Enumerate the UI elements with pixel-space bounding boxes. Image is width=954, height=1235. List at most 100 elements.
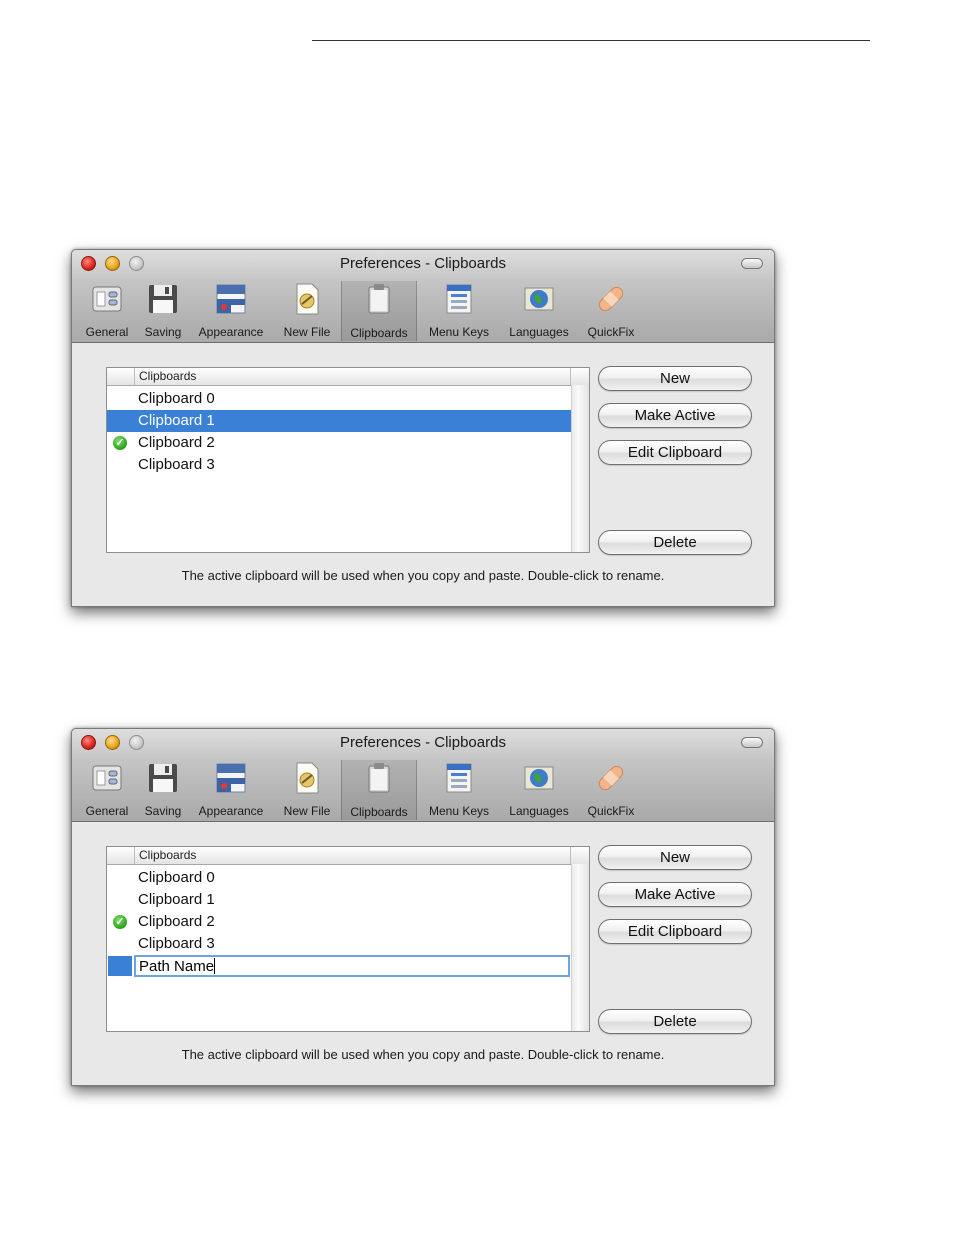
clipboard-name: Clipboard 0: [138, 390, 215, 407]
clipboard-name: Clipboard 1: [138, 891, 215, 908]
list-item[interactable]: Clipboard 0: [107, 867, 571, 889]
list-item[interactable]: ✓ Clipboard 2: [107, 432, 571, 454]
clipboard-name: Clipboard 2: [138, 913, 215, 930]
tab-label: General: [85, 804, 129, 818]
clipboards-list[interactable]: Clipboards Clipboard 0 Clipboard 1 ✓ Cli…: [106, 846, 590, 1032]
appearance-icon: [216, 763, 246, 793]
general-icon: [92, 286, 122, 312]
page-rule: [312, 40, 870, 41]
header-corner: [570, 368, 589, 385]
saving-floppy-icon: [149, 285, 177, 313]
status-column-header[interactable]: [107, 368, 135, 385]
list-header: Clipboards: [107, 368, 589, 386]
tab-label: Appearance: [198, 325, 264, 339]
list-header: Clipboards: [107, 847, 589, 865]
tab-menu-keys[interactable]: Menu Keys: [422, 282, 496, 340]
clipboards-list[interactable]: Clipboards Clipboard 0 Clipboard 1 ✓ Cli…: [106, 367, 590, 553]
list-item-selected[interactable]: Clipboard 1: [107, 410, 571, 432]
languages-globe-icon: [524, 287, 554, 311]
clipboard-name: Clipboard 0: [138, 869, 215, 886]
tab-general[interactable]: General: [82, 761, 132, 819]
vertical-scrollbar[interactable]: [571, 385, 589, 552]
tab-menu-keys[interactable]: Menu Keys: [422, 761, 496, 819]
tab-label: New File: [283, 325, 331, 339]
window-title: Preferences - Clipboards: [340, 734, 506, 751]
delete-button[interactable]: Delete: [598, 530, 752, 555]
tab-label: Saving: [144, 325, 182, 339]
tab-new-file[interactable]: New File: [278, 282, 336, 340]
tab-languages[interactable]: Languages: [502, 282, 576, 340]
tab-label: QuickFix: [587, 325, 635, 339]
rename-field[interactable]: Path Name: [134, 955, 570, 977]
tab-label: Clipboards: [350, 326, 408, 340]
titlebar: Preferences - Clipboards General Saving …: [72, 729, 774, 822]
active-check-icon: ✓: [113, 436, 127, 450]
tab-clipboards[interactable]: Clipboards: [341, 760, 417, 820]
menu-keys-icon: [446, 284, 472, 314]
new-button[interactable]: New: [598, 845, 752, 870]
saving-floppy-icon: [149, 764, 177, 792]
tab-appearance[interactable]: Appearance: [193, 282, 269, 340]
window-title: Preferences - Clipboards: [340, 255, 506, 272]
quickfix-bandage-icon: [598, 286, 624, 312]
general-icon: [92, 765, 122, 791]
new-file-icon: [296, 762, 319, 794]
list-item[interactable]: Clipboard 1: [107, 889, 571, 911]
tab-quickfix[interactable]: QuickFix: [581, 282, 641, 340]
make-active-button[interactable]: Make Active: [598, 403, 752, 428]
tab-label: Languages: [509, 804, 569, 818]
clipboard-name: Clipboard 3: [138, 456, 215, 473]
menu-keys-icon: [446, 763, 472, 793]
clipboard-icon: [368, 284, 390, 314]
clipboard-name: Clipboard 2: [138, 434, 215, 451]
list-item-editing[interactable]: Path Name: [107, 955, 571, 977]
quickfix-bandage-icon: [598, 765, 624, 791]
tab-languages[interactable]: Languages: [502, 761, 576, 819]
list-item[interactable]: Clipboard 3: [107, 454, 571, 476]
preferences-window: Preferences - Clipboards General Saving …: [71, 728, 775, 1086]
clipboard-name: Clipboard 1: [138, 412, 215, 429]
tab-label: Menu Keys: [428, 804, 490, 818]
vertical-scrollbar[interactable]: [571, 864, 589, 1031]
list-item[interactable]: Clipboard 3: [107, 933, 571, 955]
tab-new-file[interactable]: New File: [278, 761, 336, 819]
help-text: The active clipboard will be used when y…: [181, 568, 665, 583]
status-column-header[interactable]: [107, 847, 135, 864]
make-active-button[interactable]: Make Active: [598, 882, 752, 907]
tab-saving[interactable]: Saving: [138, 282, 188, 340]
tab-label: General: [85, 325, 129, 339]
tab-label: Appearance: [198, 804, 264, 818]
tab-label: Languages: [509, 325, 569, 339]
delete-button[interactable]: Delete: [598, 1009, 752, 1034]
active-check-icon: ✓: [113, 915, 127, 929]
languages-globe-icon: [524, 766, 554, 790]
tab-quickfix[interactable]: QuickFix: [581, 761, 641, 819]
tab-saving[interactable]: Saving: [138, 761, 188, 819]
tab-general[interactable]: General: [82, 282, 132, 340]
list-item[interactable]: Clipboard 0: [107, 388, 571, 410]
tab-label: Saving: [144, 804, 182, 818]
clipboards-column-header[interactable]: Clipboards: [139, 369, 196, 383]
tab-clipboards[interactable]: Clipboards: [341, 281, 417, 341]
help-text: The active clipboard will be used when y…: [181, 1047, 665, 1062]
tab-label: New File: [283, 804, 331, 818]
new-button[interactable]: New: [598, 366, 752, 391]
tab-appearance[interactable]: Appearance: [193, 761, 269, 819]
clipboard-icon: [368, 763, 390, 793]
edit-clipboard-button[interactable]: Edit Clipboard: [598, 919, 752, 944]
header-corner: [570, 847, 589, 864]
new-file-icon: [296, 283, 319, 315]
toolbar-toggle-button[interactable]: [741, 258, 763, 269]
list-item[interactable]: ✓ Clipboard 2: [107, 911, 571, 933]
tab-label: Menu Keys: [428, 325, 490, 339]
text-caret: [214, 958, 216, 974]
edit-clipboard-button[interactable]: Edit Clipboard: [598, 440, 752, 465]
rename-field-value: Path Name: [139, 958, 215, 975]
clipboards-column-header[interactable]: Clipboards: [139, 848, 196, 862]
tab-label: QuickFix: [587, 804, 635, 818]
selection-marker: [108, 956, 132, 976]
toolbar-toggle-button[interactable]: [741, 737, 763, 748]
clipboard-name: Clipboard 3: [138, 935, 215, 952]
preferences-window: Preferences - Clipboards General Saving …: [71, 249, 775, 607]
tab-label: Clipboards: [350, 805, 408, 819]
